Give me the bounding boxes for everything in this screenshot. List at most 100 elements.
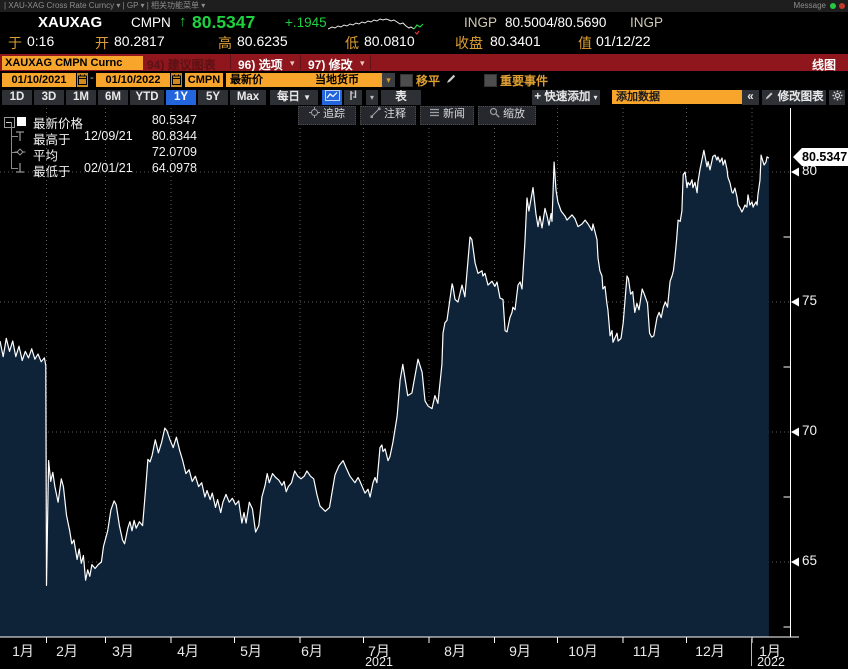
candle-chart-type-button[interactable] xyxy=(344,90,362,105)
legend-tree-rail xyxy=(11,122,12,168)
track-button[interactable]: 追踪 xyxy=(298,106,356,125)
date-from-input[interactable]: 01/10/2021 xyxy=(2,73,76,87)
window-titlebar: | XAU-XAG Cross Rate Curncy ▾ | GP ▾ | 相… xyxy=(0,0,848,12)
edit-chart-label: 修改图表 xyxy=(778,91,824,103)
period-label: 每日 xyxy=(277,91,300,103)
legend-collapse-node[interactable] xyxy=(4,117,15,128)
range-tab-6m[interactable]: 6M xyxy=(98,90,128,105)
status-red-icon xyxy=(839,3,845,9)
zoom-button[interactable]: 缩放 xyxy=(478,106,536,125)
legend-low-value: 64.0978 xyxy=(137,161,197,175)
open-label: 开 xyxy=(95,33,109,53)
quick-add-button[interactable]: + 快速添加 ▾ xyxy=(532,90,600,105)
news-icon xyxy=(429,107,440,118)
date-range-dash: - xyxy=(90,72,94,84)
add-data-input[interactable]: 添加数据 xyxy=(612,90,742,104)
price-change: +.1945 xyxy=(285,15,327,30)
range-tab-3d[interactable]: 3D xyxy=(34,90,64,105)
triangle-down-icon: ▼ xyxy=(303,93,311,102)
function-bar: XAUXAG CMPN Curnc 94) 建议图表 96) 选项 ▾ 97) … xyxy=(0,54,848,71)
message-button[interactable]: Message xyxy=(794,0,826,12)
currency-dropdown-icon[interactable]: ▾ xyxy=(382,73,395,87)
bid-dealer: INGP xyxy=(464,15,497,30)
range-tab-1y-active[interactable]: 1Y xyxy=(166,90,196,105)
divider xyxy=(300,55,301,70)
chevron-down-icon: ▾ xyxy=(594,93,598,102)
track-label: 追踪 xyxy=(323,108,345,120)
x-axis-year-label: 2021 xyxy=(365,655,393,669)
value-date-label: 值 xyxy=(578,33,592,53)
legend-low-label[interactable]: 最低于 xyxy=(33,161,71,180)
x-axis-month-label: 10月 xyxy=(568,641,598,661)
close-label: 收盘 xyxy=(455,33,483,53)
x-axis-month-label: 4月 xyxy=(177,641,199,661)
calendar-icon[interactable] xyxy=(77,73,88,87)
time-label: 于 xyxy=(8,33,22,53)
legend-low-date: 02/01/21 xyxy=(84,161,133,175)
low-label: 低 xyxy=(345,33,359,53)
divider xyxy=(370,55,371,70)
date-to-input[interactable]: 01/10/2022 xyxy=(96,73,170,87)
moving-average-checkbox[interactable] xyxy=(400,74,413,87)
x-axis-month-label: 2月 xyxy=(56,641,78,661)
chart-type-dropdown-icon[interactable]: ▾ xyxy=(366,90,378,105)
x-axis-month-label: 12月 xyxy=(695,641,725,661)
range-tab-ytd[interactable]: YTD xyxy=(130,90,164,105)
annotate-label: 注释 xyxy=(384,108,406,120)
annotate-icon xyxy=(370,107,381,118)
moving-average-label[interactable]: 移平 xyxy=(416,72,440,89)
status-green-icon xyxy=(830,3,836,9)
range-tab-1m[interactable]: 1M xyxy=(66,90,96,105)
x-axis-year-label: 2022 xyxy=(757,655,785,669)
key-events-checkbox[interactable] xyxy=(484,74,497,87)
x-axis-month-label: 3月 xyxy=(112,641,134,661)
x-axis-month-label: 8月 xyxy=(444,641,466,661)
last-price: 80.5347 xyxy=(192,12,255,33)
low-value: 80.0810 xyxy=(364,33,415,49)
edit-chart-button[interactable]: 修改图表 xyxy=(762,90,826,105)
x-axis-month-label: 9月 xyxy=(509,641,531,661)
annotate-button[interactable]: 注释 xyxy=(360,106,416,125)
up-arrow-icon: ↑ xyxy=(179,13,187,30)
range-toolbar: 1D 3D 1M 6M YTD 1Y 5Y Max 每日 ▼ ▾ 表 + 快速添… xyxy=(0,88,848,106)
close-value: 80.3401 xyxy=(490,33,541,49)
range-tab-5y[interactable]: 5Y xyxy=(198,90,228,105)
quick-add-label: 快速添加 xyxy=(544,91,590,103)
last-price-marker xyxy=(17,117,26,126)
collapse-panel-button[interactable]: « xyxy=(742,90,759,105)
security-input[interactable]: XAUXAG CMPN Curnc xyxy=(2,56,143,70)
legend-average-value: 72.0709 xyxy=(137,145,197,159)
quote-source: CMPN xyxy=(131,15,171,30)
price-chart[interactable] xyxy=(0,108,800,644)
gear-icon[interactable] xyxy=(829,90,845,105)
last-price-axis-tag: 80.5347 xyxy=(793,148,848,166)
average-marker-icon xyxy=(14,146,26,158)
time-value: 0:16 xyxy=(27,33,54,49)
year-separator-line xyxy=(751,639,752,666)
key-events-label[interactable]: 重要事件 xyxy=(500,72,548,89)
range-tab-1d[interactable]: 1D xyxy=(2,90,32,105)
news-label: 新闻 xyxy=(443,108,465,120)
high-value: 80.6235 xyxy=(237,33,288,49)
line-chart-type-button[interactable] xyxy=(322,90,342,105)
titlebar-breadcrumb[interactable]: | XAU-XAG Cross Rate Curncy ▾ | GP ▾ | 相… xyxy=(4,0,205,12)
price-field-select[interactable]: 最新价 xyxy=(226,73,312,87)
open-value: 80.2817 xyxy=(114,33,165,49)
legend-high-value: 80.8344 xyxy=(137,129,197,143)
table-button[interactable]: 表 xyxy=(381,90,421,105)
range-tab-max[interactable]: Max xyxy=(230,90,266,105)
x-axis-month-label: 1月 xyxy=(12,641,34,661)
x-axis-month-label: 5月 xyxy=(240,641,262,661)
legend-last-value: 80.5347 xyxy=(137,113,197,127)
divider xyxy=(230,55,231,70)
calendar-icon[interactable] xyxy=(171,73,182,87)
currency-select[interactable]: 当地货币 xyxy=(311,73,385,87)
legend-high-date: 12/09/21 xyxy=(84,129,133,143)
high-label: 高 xyxy=(218,33,232,53)
crosshair-icon xyxy=(309,107,320,118)
pencil-icon[interactable] xyxy=(445,73,457,85)
high-marker-icon xyxy=(14,130,26,142)
period-select[interactable]: 每日 ▼ xyxy=(270,90,318,105)
news-button[interactable]: 新闻 xyxy=(420,106,474,125)
pricing-source-select[interactable]: CMPN xyxy=(185,73,223,87)
